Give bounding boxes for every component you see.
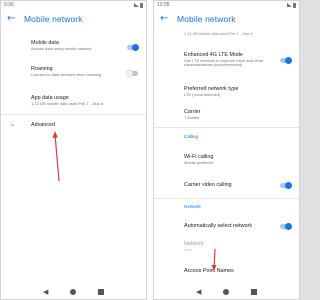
- left-phone-screen: 9:36 ← Mobile network Mobile data Access…: [0, 0, 147, 300]
- square-recents-icon[interactable]: [98, 289, 104, 295]
- annotation-arrow: [211, 248, 217, 271]
- circle-home-icon[interactable]: [223, 289, 230, 295]
- annotation-arrow: [52, 131, 60, 182]
- triangle-back-icon[interactable]: ◀: [196, 288, 201, 296]
- right-phone-screen: 12:35 ← Mobile network 1.13 GB mobile da…: [153, 0, 300, 300]
- system-nav-bar: ◀: [1, 285, 146, 299]
- triangle-back-icon[interactable]: ◀: [43, 288, 48, 296]
- screenshot-composite: 9:36 ← Mobile network Mobile data Access…: [0, 0, 300, 300]
- circle-home-icon[interactable]: [70, 289, 77, 295]
- square-recents-icon[interactable]: [251, 289, 257, 295]
- system-nav-bar: ◀: [154, 285, 299, 299]
